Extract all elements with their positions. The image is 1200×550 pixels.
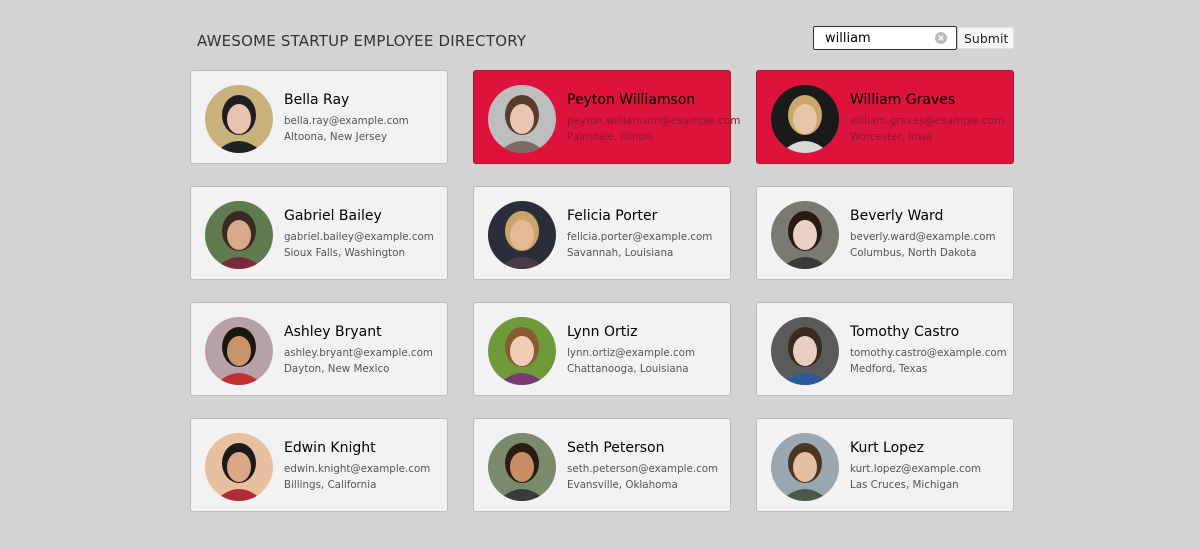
employee-location: Columbus, North Dakota: [850, 247, 977, 259]
employee-email: lynn.ortiz@example.com: [567, 347, 695, 359]
employee-location: Altoona, New Jersey: [284, 131, 388, 143]
avatar: [771, 85, 839, 153]
card-info: Bella Ray bella.ray@example.com Altoona, N…: [284, 92, 409, 145]
avatar: [488, 317, 556, 385]
card-info: Tomothy Castro tomothy.castro@example.com…: [850, 324, 1007, 377]
card-info: Gabriel Bailey gabriel.bailey@example.com…: [284, 208, 434, 261]
employee-email: peyton.williamson@example.com: [567, 115, 741, 127]
avatar: [205, 317, 273, 385]
employee-card[interactable]: Seth Peterson seth.peterson@example.com Ev…: [473, 418, 731, 512]
employee-location: Evansville, Oklahoma: [567, 479, 678, 491]
employee-email: bella.ray@example.com: [284, 115, 409, 127]
employee-email: seth.peterson@example.com: [567, 463, 719, 475]
employee-name: Seth Peterson: [567, 440, 665, 456]
employee-email: felicia.porter@example.com: [567, 231, 713, 243]
employee-card[interactable]: Bella Ray bella.ray@example.com Altoona, N…: [190, 70, 448, 164]
avatar: [488, 85, 556, 153]
page-title: AWESOME STARTUP EMPLOYEE DIRECTORY: [197, 32, 527, 50]
avatar: [488, 201, 556, 269]
card-info: Beverly Ward beverly.ward@example.com Colu…: [850, 208, 996, 261]
employee-location: Las Cruces, Michigan: [850, 479, 959, 491]
employee-location: Savannah, Louisiana: [567, 247, 674, 259]
avatar: [771, 433, 839, 501]
search-input[interactable]: [814, 27, 932, 49]
employee-email: edwin.knight@example.com: [284, 463, 431, 475]
avatar: [771, 201, 839, 269]
employee-name: Peyton Williamson: [567, 92, 696, 108]
card-info: Peyton Williamson peyton.williamson@examp…: [567, 92, 740, 145]
employee-card[interactable]: Gabriel Bailey gabriel.bailey@example.com…: [190, 186, 448, 280]
employee-name: Edwin Knight: [284, 440, 376, 456]
employee-location: Palmdale, Illinois: [567, 131, 654, 143]
employee-name: William Graves: [850, 92, 956, 108]
employee-card[interactable]: Ashley Bryant ashley.bryant@example.com Da…: [190, 302, 448, 396]
employee-card[interactable]: Tomothy Castro tomothy.castro@example.com…: [756, 302, 1014, 396]
employee-email: kurt.lopez@example.com: [850, 463, 982, 475]
avatar: [205, 201, 273, 269]
search-form: Submit: [813, 26, 1015, 50]
employee-card[interactable]: Edwin Knight edwin.knight@example.com Bill…: [190, 418, 448, 512]
employee-location: Dayton, New Mexico: [284, 363, 390, 375]
employee-name: Beverly Ward: [850, 208, 944, 224]
avatar: [205, 85, 273, 153]
employee-location: Billings, California: [284, 479, 377, 491]
card-info: Ashley Bryant ashley.bryant@example.com Da…: [284, 324, 433, 377]
employee-name: Kurt Lopez: [850, 440, 925, 456]
employee-location: Chattanooga, Louisiana: [567, 363, 689, 375]
card-info: Lynn Ortiz lynn.ortiz@example.com Chattano…: [567, 324, 695, 377]
card-info: William Graves william.graves@example.com…: [850, 92, 1004, 145]
clear-icon[interactable]: [935, 32, 947, 44]
avatar: [205, 433, 273, 501]
card-info: Felicia Porter felicia.porter@example.com…: [567, 208, 712, 261]
employee-email: gabriel.bailey@example.com: [284, 231, 434, 243]
employee-location: Worcester, Iowa: [850, 131, 933, 143]
employee-name: Gabriel Bailey: [284, 208, 382, 224]
avatar: [771, 317, 839, 385]
employee-card[interactable]: Kurt Lopez kurt.lopez@example.com Las Cruc…: [756, 418, 1014, 512]
card-info: Edwin Knight edwin.knight@example.com Bill…: [284, 440, 430, 493]
employee-email: william.graves@example.com: [850, 115, 1005, 127]
employee-card[interactable]: Beverly Ward beverly.ward@example.com Colu…: [756, 186, 1014, 280]
employee-name: Felicia Porter: [567, 208, 658, 224]
employee-name: Bella Ray: [284, 92, 350, 108]
employee-email: beverly.ward@example.com: [850, 231, 996, 243]
employee-location: Medford, Texas: [850, 363, 928, 375]
employee-card[interactable]: Felicia Porter felicia.porter@example.com…: [473, 186, 731, 280]
submit-button[interactable]: Submit: [958, 27, 1015, 49]
employee-card[interactable]: Peyton Williamson peyton.williamson@examp…: [473, 70, 740, 164]
employee-name: Ashley Bryant: [284, 324, 382, 340]
employee-location: Sioux Falls, Washington: [284, 247, 406, 259]
employee-card[interactable]: William Graves william.graves@example.com…: [756, 70, 1014, 164]
employee-gallery: Bella Ray bella.ray@example.com Altoona, N…: [190, 70, 1014, 512]
avatar: [488, 433, 556, 501]
employee-name: Lynn Ortiz: [567, 324, 638, 340]
employee-name: Tomothy Castro: [850, 324, 960, 340]
employee-email: ashley.bryant@example.com: [284, 347, 433, 359]
employee-card[interactable]: Lynn Ortiz lynn.ortiz@example.com Chattano…: [473, 302, 731, 396]
card-info: Seth Peterson seth.peterson@example.com Ev…: [567, 440, 718, 493]
search-box: [813, 26, 957, 50]
employee-email: tomothy.castro@example.com: [850, 347, 1007, 359]
card-info: Kurt Lopez kurt.lopez@example.com Las Cruc…: [850, 440, 981, 493]
